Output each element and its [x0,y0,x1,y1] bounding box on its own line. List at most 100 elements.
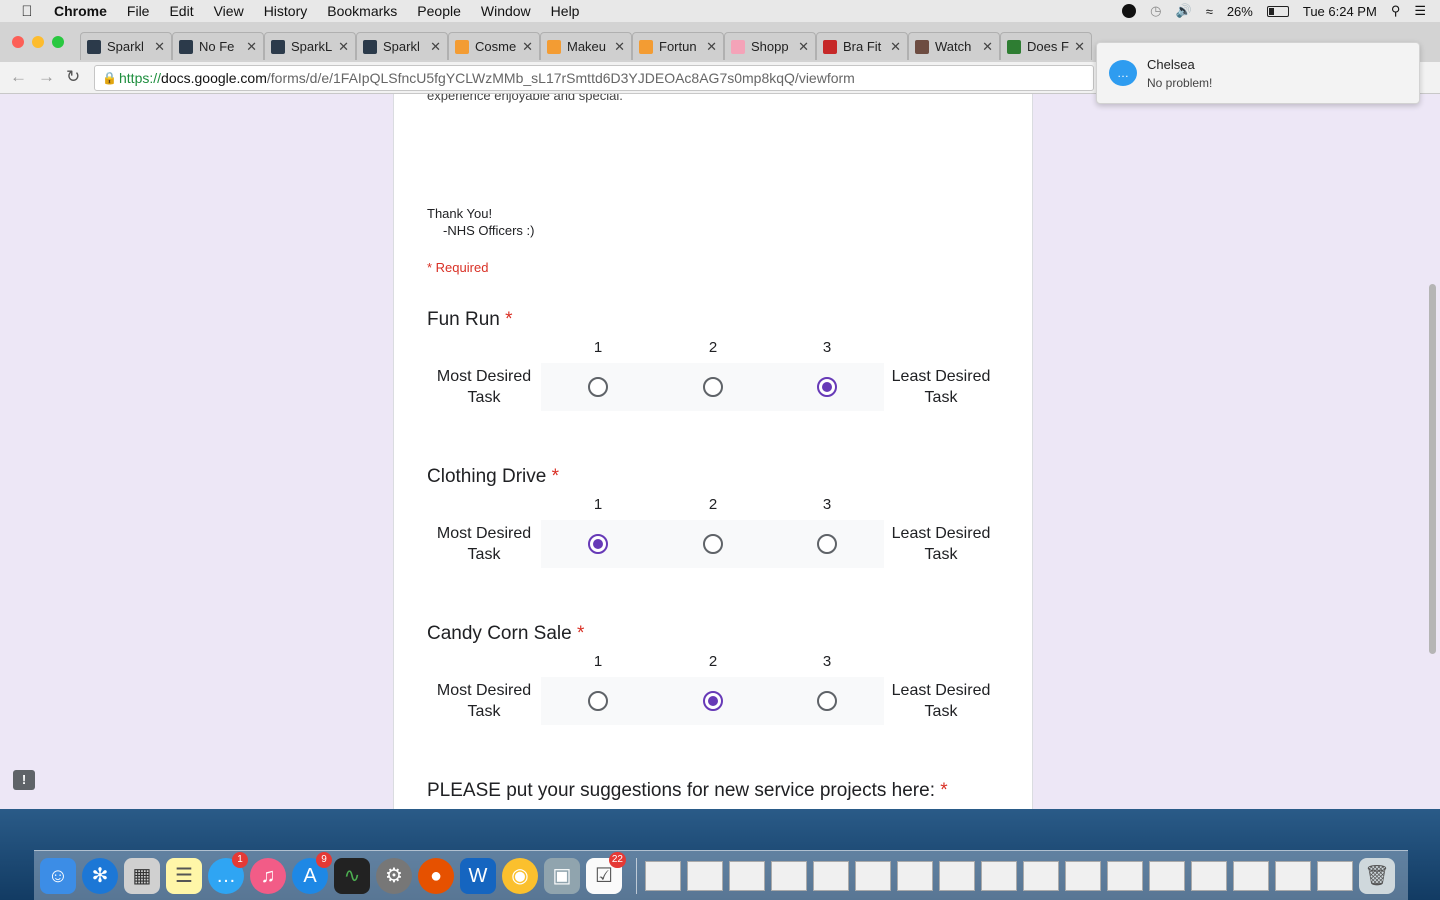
radio-option-3[interactable] [817,691,837,711]
address-bar[interactable]: 🔒 https://docs.google.com/forms/d/e/1FAIp… [94,65,1094,91]
tab-close-icon[interactable]: ✕ [1074,39,1085,55]
spotlight-search-icon[interactable]: ⚲ [1391,3,1401,19]
back-arrow-icon[interactable]: ← [10,67,27,87]
question-title-text: Fun Run [427,309,500,330]
menu-view[interactable]: View [214,3,244,19]
tab-close-icon[interactable]: ✕ [246,39,257,55]
tab-close-icon[interactable]: ✕ [890,39,901,55]
safari-icon[interactable]: ✻ [82,857,118,894]
radio-option-2[interactable] [703,534,723,554]
chrome-icon[interactable]: ◉ [502,857,538,894]
minimized-window-thumbnail[interactable] [1107,860,1143,891]
browser-tab[interactable]: Cosme ✕ [448,32,540,60]
radio-option-2[interactable] [703,377,723,397]
browser-tab[interactable]: Sparkl ✕ [356,32,448,60]
messages-app-icon: … [1109,60,1137,86]
notification-center-icon[interactable]: ☰ [1414,3,1426,19]
menu-bookmarks[interactable]: Bookmarks [327,3,397,19]
minimized-window-thumbnail[interactable] [1233,860,1269,891]
menu-people[interactable]: People [417,3,461,19]
app-store-icon[interactable]: A9 [292,851,332,894]
messages-icon[interactable]: … 1 [208,851,248,894]
browser-tab[interactable]: Sparkl ✕ [80,32,172,60]
apple-icon[interactable]:  [18,3,36,20]
minimized-window-thumbnail[interactable] [897,860,933,891]
browser-tab[interactable]: Makeu ✕ [540,32,632,60]
menu-history[interactable]: History [264,3,308,19]
trash-icon[interactable]: 🗑 [1359,857,1395,894]
minimized-window-thumbnail[interactable] [981,860,1017,891]
tab-close-icon[interactable]: ✕ [338,39,349,55]
minimized-window-thumbnail[interactable] [813,860,849,891]
minimized-window-thumbnail[interactable] [771,860,807,891]
minimized-window-thumbnail[interactable] [939,860,975,891]
browser-tab[interactable]: Does F ✕ [1000,32,1092,60]
browser-tab[interactable]: Fortun ✕ [632,32,724,60]
minimized-window-thumbnail[interactable] [1149,860,1185,891]
scale-number-1: 1 [593,496,603,513]
browser-tab[interactable]: Watch ✕ [908,32,1000,60]
browser-tab[interactable]: Bra Fit ✕ [816,32,908,60]
tab-favicon-icon [731,39,745,54]
tab-close-icon[interactable]: ✕ [430,39,441,55]
minimized-window-thumbnail[interactable] [1065,860,1101,891]
page-scrollbar[interactable] [1429,284,1436,654]
browser-tab[interactable]: Shopp ✕ [724,32,816,60]
volume-icon[interactable]: 🔊 [1176,3,1192,19]
question-candy-corn-sale: Candy Corn Sale * 1 2 3 Most Desired Tas… [427,623,1007,725]
calculator-icon[interactable]: ▦ [124,857,160,894]
radio-option-3[interactable] [817,534,837,554]
report-feedback-icon[interactable]: ! [13,770,35,790]
word-icon[interactable]: W [460,857,496,894]
tab-close-icon[interactable]: ✕ [798,39,809,55]
battery-percent[interactable]: 26% [1227,4,1253,19]
menu-app-name[interactable]: Chrome [54,3,107,19]
radio-option-1[interactable] [588,691,608,711]
reminders-icon[interactable]: ☑ 22 [586,851,626,894]
forward-arrow-icon[interactable]: → [38,67,55,87]
itunes-icon[interactable]: ♫ [250,857,286,894]
reload-icon[interactable]: ↻ [66,67,80,87]
tab-title: Bra Fit [843,39,882,54]
radio-option-1[interactable] [588,377,608,397]
close-window-button[interactable] [12,36,24,48]
notes-icon[interactable]: ☰ [166,857,202,894]
minimized-window-thumbnail[interactable] [645,860,681,891]
radio-option-1[interactable] [588,534,608,554]
tab-close-icon[interactable]: ✕ [154,39,165,55]
preview-icon[interactable]: ▣ [544,857,580,894]
radio-option-2[interactable] [703,691,723,711]
system-preferences-icon[interactable]: ⚙ [376,857,412,894]
tab-close-icon[interactable]: ✕ [982,39,993,55]
firefox-icon[interactable]: ● [418,857,454,894]
minimized-window-thumbnail[interactable] [1275,860,1311,891]
minimized-window-thumbnail[interactable] [1317,860,1353,891]
clock[interactable]: Tue 6:24 PM [1303,4,1377,19]
tab-close-icon[interactable]: ✕ [522,39,533,55]
tab-close-icon[interactable]: ✕ [614,39,625,55]
minimized-window-thumbnail[interactable] [1191,860,1227,891]
radio-option-3[interactable] [817,377,837,397]
message-notification[interactable]: … Chelsea No problem! [1096,42,1420,104]
minimized-window-thumbnail[interactable] [729,860,765,891]
status-circle-icon[interactable] [1122,4,1137,18]
activity-monitor-icon[interactable]: ∿ [334,857,370,894]
zoom-window-button[interactable] [52,36,64,48]
minimized-window-thumbnail[interactable] [687,860,723,891]
time-machine-icon[interactable]: ◷ [1150,3,1161,19]
battery-icon[interactable] [1266,5,1289,17]
intro-signature: -NHS Officers :) [443,223,535,238]
tab-close-icon[interactable]: ✕ [706,39,717,55]
wifi-icon[interactable]: ≈ [1206,4,1213,19]
browser-tab[interactable]: No Fe ✕ [172,32,264,60]
menu-help[interactable]: Help [551,3,580,19]
question-title: Fun Run * [427,309,1007,331]
minimized-window-thumbnail[interactable] [1023,860,1059,891]
browser-tab[interactable]: SparkL ✕ [264,32,356,60]
finder-icon[interactable]: ☺ [40,857,76,894]
menu-file[interactable]: File [127,3,150,19]
minimize-window-button[interactable] [32,36,44,48]
menu-edit[interactable]: Edit [169,3,193,19]
minimized-window-thumbnail[interactable] [855,860,891,891]
menu-window[interactable]: Window [481,3,531,19]
